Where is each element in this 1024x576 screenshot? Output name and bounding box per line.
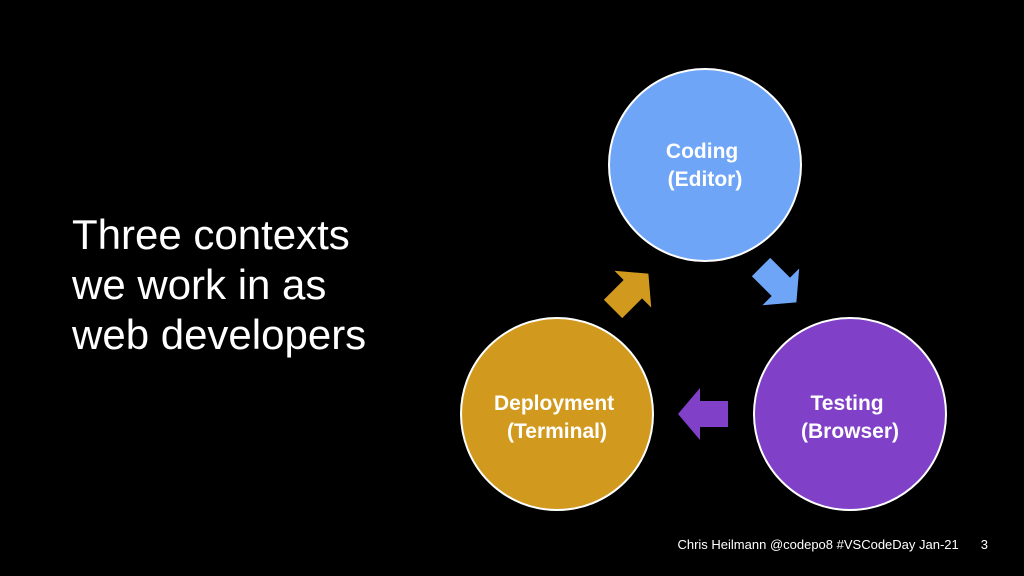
slide: Three contexts we work in as web develop… [0, 0, 1024, 576]
arrow-deployment-to-coding-icon [603, 270, 652, 319]
node-coding-line1: Coding [666, 140, 738, 163]
node-testing: Testing (Browser) [753, 317, 947, 511]
node-coding-line2: (Editor) [668, 168, 743, 191]
node-testing-line1: Testing [811, 392, 884, 415]
arrow-coding-to-testing-icon [751, 257, 800, 306]
node-deployment: Deployment (Terminal) [460, 317, 654, 511]
node-testing-line2: (Browser) [801, 420, 899, 443]
node-deployment-line1: Deployment [494, 392, 614, 415]
arrow-testing-to-deployment-icon [678, 388, 728, 440]
footer-credit: Chris Heilmann @codepo8 #VSCodeDay Jan-2… [677, 537, 959, 552]
node-coding-circle [608, 68, 802, 262]
cycle-diagram: Coding (Editor) Testing (Browser) Deploy… [460, 68, 947, 511]
page-number: 3 [980, 537, 988, 552]
node-deployment-line2: (Terminal) [507, 420, 607, 443]
node-coding: Coding (Editor) [608, 68, 802, 262]
slide-footer: Chris Heilmann @codepo8 #VSCodeDay Jan-2… [677, 537, 988, 552]
